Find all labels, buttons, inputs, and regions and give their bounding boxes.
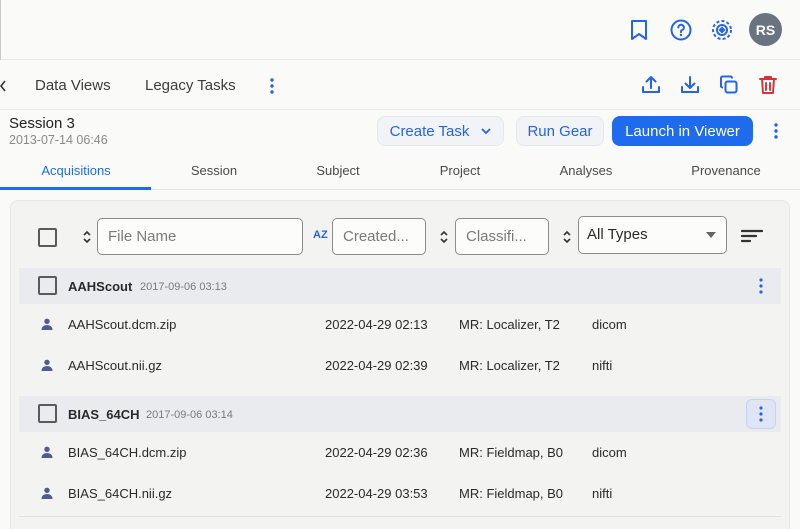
file-classification: MR: Localizer, T2 bbox=[459, 317, 560, 332]
type-select[interactable]: All Types bbox=[578, 216, 727, 254]
person-icon bbox=[41, 446, 53, 458]
sort-created-icon[interactable] bbox=[439, 229, 449, 245]
file-type: nifti bbox=[592, 486, 613, 501]
sort-lines-icon[interactable] bbox=[741, 228, 763, 244]
file-created: 2022-04-29 02:39 bbox=[325, 358, 428, 373]
nav-row: Data Views Legacy Tasks bbox=[0, 60, 800, 110]
nav-tab-legacy-tasks[interactable]: Legacy Tasks bbox=[145, 77, 236, 94]
created-input[interactable]: Created... bbox=[332, 218, 426, 255]
file-classification: MR: Fieldmap, B0 bbox=[459, 445, 564, 460]
file-row[interactable]: AAHScout.nii.gz 2022-04-29 02:39 MR: Loc… bbox=[19, 345, 781, 385]
bookmark-icon[interactable] bbox=[628, 19, 650, 41]
avatar[interactable]: RS bbox=[749, 13, 782, 46]
file-row[interactable]: AAHScout.dcm.zip 2022-04-29 02:13 MR: Lo… bbox=[19, 304, 781, 344]
group-checkbox[interactable] bbox=[38, 276, 57, 295]
file-name[interactable]: AAHScout.nii.gz bbox=[68, 358, 162, 373]
trash-icon[interactable] bbox=[757, 74, 779, 96]
launch-viewer-button[interactable]: Launch in Viewer bbox=[612, 116, 753, 146]
file-created: 2022-04-29 02:36 bbox=[325, 445, 428, 460]
file-name[interactable]: AAHScout.dcm.zip bbox=[68, 317, 176, 332]
nav-tab-data-views[interactable]: Data Views bbox=[35, 77, 111, 94]
tab-provenance[interactable]: Provenance bbox=[691, 163, 760, 178]
divider bbox=[19, 516, 781, 517]
more-vertical-icon[interactable] bbox=[266, 76, 278, 96]
group-checkbox[interactable] bbox=[38, 404, 57, 423]
group-more-icon[interactable] bbox=[749, 274, 773, 298]
type-select-value: All Types bbox=[587, 226, 648, 243]
file-classification: MR: Fieldmap, B0 bbox=[459, 486, 564, 501]
file-type: dicom bbox=[592, 317, 627, 332]
group-name: BIAS_64CH bbox=[68, 407, 140, 422]
acquisition-group-row[interactable]: BIAS_64CH 2017-09-06 03:14 bbox=[19, 396, 781, 432]
tab-project[interactable]: Project bbox=[440, 163, 480, 178]
file-row[interactable]: BIAS_64CH.dcm.zip 2022-04-29 02:36 MR: F… bbox=[19, 432, 781, 472]
run-gear-button[interactable]: Run Gear bbox=[516, 116, 604, 146]
group-name: AAHScout bbox=[68, 279, 133, 294]
create-task-label: Create Task bbox=[389, 122, 470, 140]
group-more-icon[interactable] bbox=[746, 399, 776, 429]
window-edge bbox=[0, 0, 1, 60]
session-title: Session 3 bbox=[9, 115, 75, 132]
sort-classification-icon[interactable] bbox=[562, 229, 572, 245]
file-name[interactable]: BIAS_64CH.dcm.zip bbox=[68, 445, 187, 460]
download-icon[interactable] bbox=[679, 74, 701, 96]
az-sort-icon[interactable]: AZ bbox=[313, 229, 328, 241]
acquisition-group-row[interactable]: AAHScout 2017-09-06 03:13 bbox=[19, 268, 781, 304]
chevron-down-icon bbox=[481, 127, 492, 135]
tab-session[interactable]: Session bbox=[191, 163, 237, 178]
top-bar: RS bbox=[0, 0, 800, 60]
session-more-icon[interactable] bbox=[770, 121, 782, 141]
select-all-checkbox[interactable] bbox=[38, 228, 57, 247]
person-icon bbox=[41, 359, 53, 371]
file-created: 2022-04-29 03:53 bbox=[325, 486, 428, 501]
create-task-button[interactable]: Create Task bbox=[377, 116, 504, 146]
file-name-input[interactable]: File Name bbox=[97, 218, 303, 255]
file-type: nifti bbox=[592, 358, 613, 373]
gear-target-icon[interactable] bbox=[710, 18, 734, 42]
group-date: 2017-09-06 03:14 bbox=[146, 409, 233, 421]
help-icon[interactable] bbox=[669, 18, 693, 42]
file-created: 2022-04-29 02:13 bbox=[325, 317, 428, 332]
tab-acquisitions[interactable]: Acquisitions bbox=[41, 163, 110, 178]
upload-icon[interactable] bbox=[640, 74, 662, 96]
tab-analyses[interactable]: Analyses bbox=[560, 163, 613, 178]
active-tab-indicator bbox=[0, 187, 151, 190]
session-date: 2013-07-14 06:46 bbox=[9, 133, 108, 147]
tab-subject[interactable]: Subject bbox=[316, 163, 359, 178]
person-icon bbox=[41, 318, 53, 330]
file-type: dicom bbox=[592, 445, 627, 460]
copy-icon[interactable] bbox=[718, 74, 740, 96]
group-date: 2017-09-06 03:13 bbox=[140, 281, 227, 293]
file-row[interactable]: BIAS_64CH.nii.gz 2022-04-29 03:53 MR: Fi… bbox=[19, 473, 781, 513]
file-name[interactable]: BIAS_64CH.nii.gz bbox=[68, 486, 172, 501]
tab-bar: Acquisitions Session Subject Project Ana… bbox=[0, 154, 800, 190]
person-icon bbox=[41, 487, 53, 499]
chevron-left-icon[interactable] bbox=[0, 80, 6, 92]
classification-input[interactable]: Classifi... bbox=[455, 218, 549, 255]
sort-name-icon[interactable] bbox=[82, 229, 92, 245]
file-classification: MR: Localizer, T2 bbox=[459, 358, 560, 373]
caret-down-icon bbox=[706, 232, 716, 238]
